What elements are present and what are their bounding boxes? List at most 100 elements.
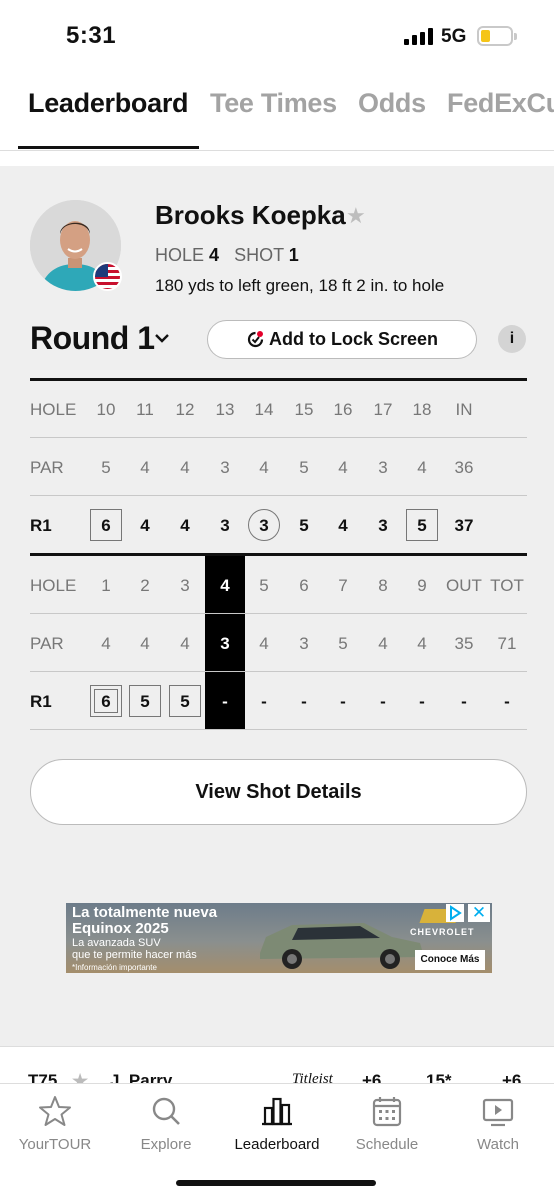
player-name: Brooks Koepka	[155, 200, 346, 230]
par-row-label: PAR	[30, 634, 64, 653]
par-value: 4	[140, 458, 150, 477]
tab-tee-times[interactable]: Tee Times	[210, 88, 337, 119]
active-tab-indicator	[18, 146, 199, 149]
score-row-label: R1	[30, 692, 52, 711]
par-value: 3	[299, 634, 309, 653]
tab-fedexcup[interactable]: FedExCup	[447, 88, 554, 119]
hole-number: 13	[215, 400, 235, 419]
score-value: -	[419, 692, 425, 711]
hole-number: 12	[175, 400, 195, 419]
nav-leaderboard[interactable]: Leaderboard	[222, 1094, 332, 1153]
signal-icon	[404, 28, 434, 45]
favorite-star-icon[interactable]: ★	[346, 203, 366, 229]
hole-row-label: HOLE	[30, 576, 77, 595]
hole-value: 4	[209, 245, 220, 265]
home-indicator	[176, 1180, 376, 1186]
scorecard-top-rule	[30, 378, 527, 381]
par-value: 4	[417, 458, 427, 477]
hole-label: HOLE	[155, 245, 205, 265]
info-icon[interactable]: i	[498, 325, 526, 353]
nav-label: Schedule	[355, 1136, 419, 1153]
par-value: 5	[101, 458, 111, 477]
hole-number: 10	[96, 400, 116, 419]
row-divider	[30, 729, 527, 730]
score-value: 3	[259, 516, 269, 535]
hole-number: 17	[373, 400, 393, 419]
nav-schedule[interactable]: Schedule	[332, 1094, 442, 1153]
score-value: 3	[378, 516, 388, 535]
hole-shot-info: HOLE 4 SHOT 1	[155, 245, 299, 266]
par-value: 3	[378, 458, 388, 477]
hole-number: 11	[136, 400, 154, 419]
ad-car-image	[260, 923, 424, 969]
hole-number: 6	[299, 576, 309, 595]
par-value: 4	[259, 634, 269, 653]
tot-label: TOT	[490, 576, 524, 595]
nav-yourtour[interactable]: YourTOUR	[0, 1094, 110, 1153]
score-row-label: R1	[30, 516, 52, 535]
leaderboard-row[interactable]: T75 ★ J. Parry Titleist +6 15* +6	[0, 1046, 554, 1086]
ad-headline-line-2: Equinox 2025	[72, 920, 169, 937]
us-flag-icon	[93, 262, 122, 291]
round-selector[interactable]: Round 1	[30, 320, 155, 357]
play-icon	[482, 1098, 514, 1127]
hole-number: 14	[254, 400, 274, 419]
hole-number: 18	[412, 400, 432, 419]
search-icon	[152, 1097, 180, 1125]
score-value: 5	[417, 516, 427, 535]
nav-label: Watch	[477, 1136, 519, 1153]
ad-brand: CHEVROLET	[410, 927, 475, 937]
score-value: -	[340, 692, 346, 711]
score-value: -	[301, 692, 307, 711]
nav-label: Explore	[140, 1136, 192, 1153]
hole-number: 3	[180, 576, 190, 595]
row-divider	[30, 495, 527, 496]
leaderboard-icon	[262, 1097, 292, 1126]
hole-number: 4	[220, 576, 230, 595]
nine-divider	[30, 553, 527, 556]
ad-body-line-1: La avanzada SUV	[72, 937, 161, 949]
ad-banner[interactable]: La totalmente nueva Equinox 2025 La avan…	[66, 903, 492, 973]
adchoices-icon[interactable]	[446, 904, 464, 922]
shot-location: 180 yds to left green, 18 ft 2 in. to ho…	[155, 276, 445, 295]
hole-number: 5	[259, 576, 269, 595]
ad-close-icon[interactable]: ✕	[468, 904, 490, 922]
par-in-total: 36	[454, 458, 474, 477]
score-value: -	[380, 692, 386, 711]
ad-headline-line-1: La totalmente nueva	[72, 904, 218, 921]
score-tot-total: -	[504, 692, 510, 711]
tabs-divider	[0, 150, 554, 151]
nav-explore[interactable]: Explore	[111, 1094, 221, 1153]
par-value: 3	[220, 458, 230, 477]
par-value: 4	[417, 634, 427, 653]
score-in-total: 37	[454, 516, 474, 535]
par-value: 5	[299, 458, 309, 477]
score-value: -	[222, 692, 228, 711]
score-value: 5	[140, 692, 150, 711]
score-value: 5	[299, 516, 309, 535]
score-value: 6	[101, 516, 111, 535]
view-shot-details-button[interactable]: View Shot Details	[30, 759, 527, 825]
chevron-down-icon[interactable]	[154, 332, 170, 344]
shot-label: SHOT	[234, 245, 284, 265]
par-value: 3	[220, 634, 230, 653]
row-divider	[30, 437, 527, 438]
score-value: -	[261, 692, 267, 711]
ad-body-line-2: que te permite hacer más	[72, 949, 197, 961]
row-divider	[30, 613, 527, 614]
battery-icon	[477, 26, 517, 46]
star-icon	[39, 1096, 71, 1126]
score-value: 6	[101, 692, 111, 711]
par-value: 4	[338, 458, 348, 477]
par-row-label: PAR	[30, 458, 64, 477]
nav-watch[interactable]: Watch	[443, 1094, 553, 1153]
ad-cta-button[interactable]: Conoce Más	[415, 950, 485, 970]
hole-number: 9	[417, 576, 427, 595]
par-value: 4	[101, 634, 111, 653]
hole-number: 7	[338, 576, 348, 595]
add-to-lock-screen-button[interactable]: Add to Lock Screen	[207, 320, 477, 359]
par-value: 5	[338, 634, 348, 653]
par-value: 4	[140, 634, 150, 653]
tab-leaderboard[interactable]: Leaderboard	[28, 88, 189, 119]
tab-odds[interactable]: Odds	[358, 88, 426, 119]
